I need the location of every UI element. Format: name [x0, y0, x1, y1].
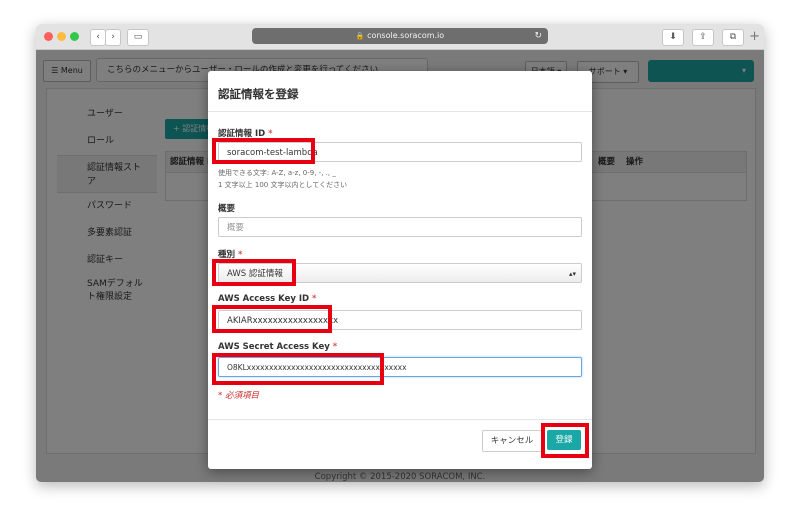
modal-footer-divider [208, 419, 592, 420]
download-icon[interactable]: ⬇ [662, 29, 684, 46]
highlight-credential-id [212, 138, 315, 164]
access-key-id-label-text: AWS Access Key ID [218, 294, 310, 304]
description-input[interactable]: 概要 [218, 217, 582, 237]
minimize-window-button[interactable] [57, 32, 66, 41]
required-fields-note: * 必須項目 [218, 391, 259, 401]
url-text: console.soracom.io [367, 31, 445, 40]
access-key-id-label: AWS Access Key ID * [218, 294, 317, 304]
tabs-icon[interactable]: ⧉ [722, 29, 744, 46]
forward-icon[interactable]: › [105, 29, 121, 46]
highlight-type [212, 259, 296, 286]
credential-id-help-chars: 使用できる文字: A-Z, a-z, 0-9, -, ., _ [218, 169, 336, 177]
close-window-button[interactable] [44, 32, 53, 41]
browser-titlebar: ‹ › ▭ 🔒 console.soracom.io ↻ ⬇ ⇪ ⧉ + [36, 24, 764, 50]
select-arrows-icon: ▴▾ [568, 270, 576, 278]
highlight-register-button [541, 423, 589, 458]
address-bar[interactable]: 🔒 console.soracom.io ↻ [252, 28, 548, 44]
description-label: 概要 [218, 204, 236, 214]
secret-access-key-label: AWS Secret Access Key * [218, 342, 337, 352]
back-icon[interactable]: ‹ [90, 29, 106, 46]
modal-title: 認証情報を登録 [218, 87, 299, 101]
cancel-button[interactable]: キャンセル [482, 430, 542, 452]
sidebar-toggle-icon[interactable]: ▭ [127, 29, 149, 46]
highlight-secret-key [212, 353, 384, 385]
new-tab-icon[interactable]: + [749, 29, 760, 44]
highlight-access-key-id [212, 305, 332, 333]
reload-icon[interactable]: ↻ [534, 28, 542, 44]
required-mark: * [312, 294, 317, 304]
modal-header-divider [208, 111, 592, 112]
zoom-window-button[interactable] [70, 32, 79, 41]
required-mark: * [332, 342, 338, 352]
lock-icon: 🔒 [355, 32, 365, 40]
credential-id-help-length: 1 文字以上 100 文字以内としてください [218, 181, 348, 189]
secret-access-key-label-text: AWS Secret Access Key [218, 342, 330, 352]
share-icon[interactable]: ⇪ [692, 29, 714, 46]
